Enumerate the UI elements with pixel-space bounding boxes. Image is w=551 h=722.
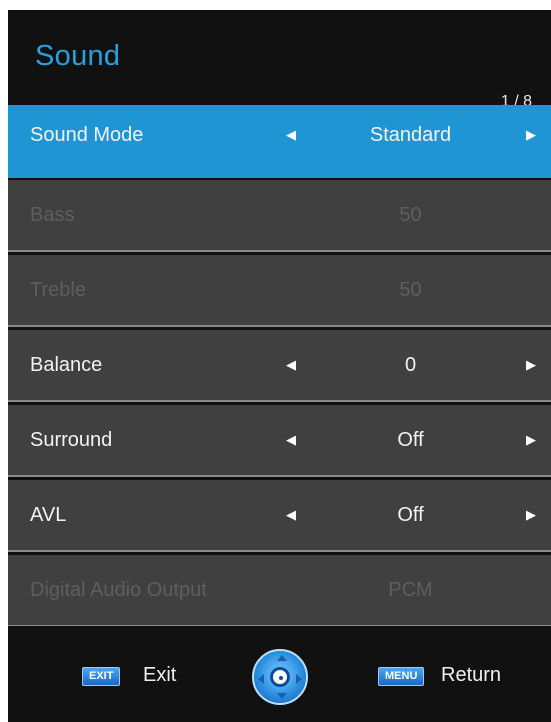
footer-hints: EXIT Exit MENU Return [8,626,551,722]
menu-row-label: Digital Audio Output [30,579,207,601]
menu-row-sound-mode[interactable]: Sound Mode ◀ Standard ▶ [8,105,551,178]
arrow-left-icon[interactable]: ◀ [286,405,296,475]
menu-row-avl[interactable]: AVL ◀ Off ▶ [8,480,551,552]
menu-row-bass: Bass 50 [8,180,551,252]
arrow-left-icon[interactable]: ◀ [286,480,296,550]
menu-row-label: AVL [30,504,67,526]
exit-key-icon: EXIT [82,667,121,686]
nav-right-icon [296,674,302,684]
menu-row-treble: Treble 50 [8,255,551,327]
menu-row-value: Off [397,504,424,526]
menu-row-surround[interactable]: Surround ◀ Off ▶ [8,405,551,477]
exit-hint[interactable]: Exit [143,664,176,687]
nav-left-icon [258,674,264,684]
nav-ok-icon [270,667,290,687]
menu-title: Sound [35,40,121,72]
arrow-left-icon[interactable]: ◀ [286,330,296,400]
menu-row-value: 0 [404,354,417,376]
menu-row-label: Balance [30,354,103,376]
menu-row-label: Surround [30,429,113,451]
sound-menu-panel: Sound 1 / 8 Sound Mode ◀ Standard ▶ Bass… [8,10,551,722]
menu-row-label: Sound Mode [30,124,144,146]
arrow-right-icon[interactable]: ▶ [526,100,536,170]
menu-row-value: Standard [369,124,452,146]
menu-row-balance[interactable]: Balance ◀ 0 ▶ [8,330,551,402]
nav-up-icon [277,655,287,661]
menu-row-value: 50 [399,204,422,226]
menu-row-value: PCM [388,579,433,601]
arrow-right-icon[interactable]: ▶ [526,330,536,400]
nav-down-icon [277,693,287,699]
menu-row-digital-audio-output: Digital Audio Output PCM [8,555,551,627]
menu-row-value: 50 [399,279,422,301]
menu-key-icon: MENU [378,667,425,686]
menu-row-value: Off [397,429,424,451]
arrow-right-icon[interactable]: ▶ [526,405,536,475]
menu-row-label: Treble [30,279,86,301]
navigation-pad-icon [252,649,308,705]
arrow-right-icon[interactable]: ▶ [526,480,536,550]
return-hint[interactable]: Return [441,664,501,687]
arrow-left-icon[interactable]: ◀ [286,100,296,170]
menu-row-label: Bass [30,204,75,226]
